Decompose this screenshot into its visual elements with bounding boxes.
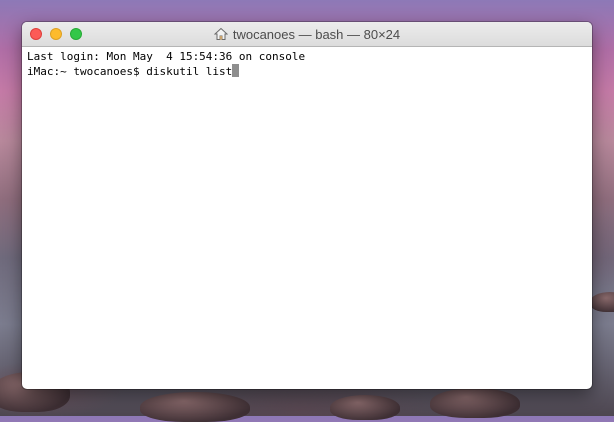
wallpaper-rock xyxy=(430,388,520,418)
terminal-line-last-login: Last login: Mon May 4 15:54:36 on consol… xyxy=(27,50,306,63)
window-title-container: twocanoes — bash — 80×24 xyxy=(22,22,592,46)
text-cursor xyxy=(232,64,240,77)
terminal-window[interactable]: twocanoes — bash — 80×24 Last login: Mon… xyxy=(22,22,592,389)
wallpaper-rock xyxy=(330,395,400,420)
window-titlebar[interactable]: twocanoes — bash — 80×24 xyxy=(22,22,592,47)
window-title: twocanoes — bash — 80×24 xyxy=(232,26,401,42)
terminal-prompt-text: iMac:~ twocanoes$ diskutil list xyxy=(27,65,233,78)
terminal-line-prompt: iMac:~ twocanoes$ diskutil list xyxy=(27,64,587,79)
wallpaper-rock xyxy=(140,392,250,422)
wallpaper-rock xyxy=(590,292,614,312)
terminal-content[interactable]: Last login: Mon May 4 15:54:36 on consol… xyxy=(22,47,592,82)
home-icon xyxy=(213,27,228,40)
